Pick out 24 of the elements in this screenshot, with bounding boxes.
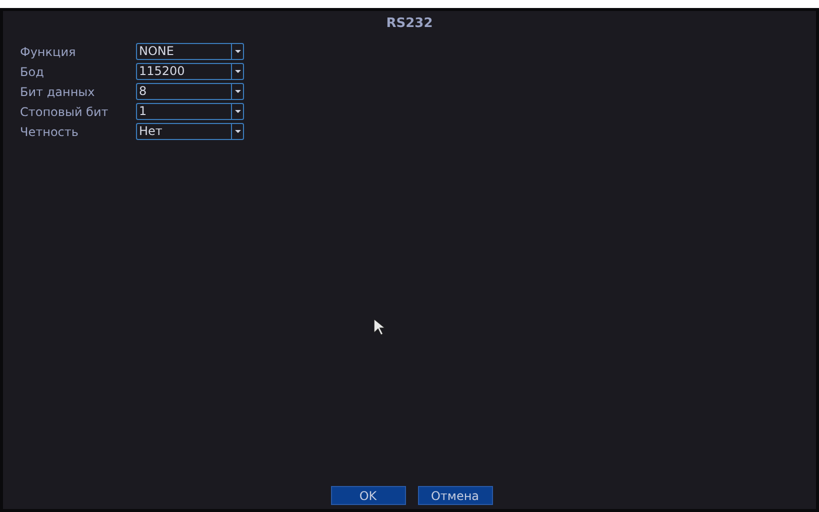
caret-icon (234, 110, 240, 113)
mouse-pointer-icon (374, 319, 385, 335)
dialog-button[interactable]: Отмена (418, 486, 492, 505)
dropdown[interactable]: 8 (136, 83, 244, 100)
dropdown-value: NONE (138, 44, 175, 59)
window-title: RS232 (386, 17, 433, 30)
caret-icon (234, 90, 240, 93)
field-label: Бод (20, 66, 45, 78)
dropdown[interactable]: Нет (136, 123, 244, 140)
dropdown[interactable]: 1 (136, 103, 244, 120)
field-label: Четность (20, 126, 80, 138)
field-label: Бит данных (20, 86, 96, 98)
dropdown[interactable]: 115200 (136, 63, 244, 80)
dropdown-value: 8 (138, 84, 148, 99)
dropdown-value: Нет (138, 124, 164, 139)
dropdown-value: 1 (138, 104, 148, 119)
field-label: Функция (20, 46, 77, 58)
caret-icon (234, 130, 240, 133)
dropdown[interactable]: NONE (136, 43, 244, 60)
dropdown-value: 115200 (138, 64, 186, 79)
dialog-button[interactable]: OK (330, 486, 406, 505)
caret-icon (234, 70, 240, 73)
caret-icon (234, 50, 240, 53)
field-label: Стоповый бит (20, 106, 110, 118)
